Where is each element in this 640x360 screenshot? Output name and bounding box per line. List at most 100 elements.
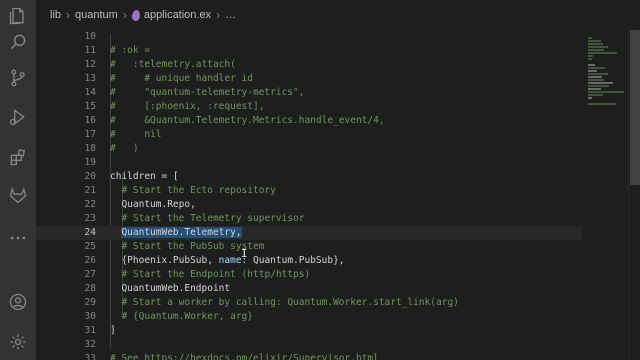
line-code[interactable]: # nil bbox=[110, 128, 161, 142]
line-number: 10 bbox=[84, 31, 96, 42]
line-code[interactable]: {Phoenix.PubSub, name: Quantum.PubSub}, bbox=[110, 254, 344, 268]
code-line[interactable]: 24 QuantumWeb.Telemetry, bbox=[36, 226, 582, 240]
code-token: # See bbox=[110, 353, 145, 360]
code-line[interactable]: 25 # Start the PubSub system bbox=[36, 240, 582, 254]
account-icon[interactable] bbox=[6, 290, 30, 314]
line-code[interactable]: # {Quantum.Worker, arg} bbox=[110, 310, 253, 324]
line-number: 23 bbox=[84, 213, 96, 224]
line-code[interactable]: children = [ bbox=[110, 170, 179, 184]
code-line[interactable]: 12 # :telemetry.attach( bbox=[36, 58, 582, 72]
extensions-icon[interactable] bbox=[6, 145, 30, 169]
line-number: 26 bbox=[84, 255, 96, 266]
line-code[interactable]: # # unique handler id bbox=[110, 72, 253, 86]
code-token: # &Quantum.Telemetry.Metrics.handle_even… bbox=[110, 115, 385, 126]
line-code[interactable]: # :telemetry.attach( bbox=[110, 58, 236, 72]
minimap-line bbox=[588, 37, 593, 39]
code-token: # [:phoenix, :request], bbox=[110, 101, 265, 112]
source-control-icon[interactable] bbox=[6, 66, 30, 90]
code-line[interactable]: 17 # nil bbox=[36, 128, 582, 142]
gitlab-icon[interactable] bbox=[6, 183, 30, 207]
line-number: 32 bbox=[84, 339, 96, 350]
code-line[interactable]: 28 QuantumWeb.Endpoint bbox=[36, 282, 582, 296]
minimap-line bbox=[588, 88, 601, 90]
line-code[interactable]: # Start a worker by calling: Quantum.Wor… bbox=[110, 296, 458, 310]
line-number: 24 bbox=[84, 227, 96, 238]
breadcrumb-item-lib[interactable]: lib bbox=[50, 9, 61, 21]
code-line[interactable]: 32 bbox=[36, 338, 582, 352]
code-line[interactable]: 31] bbox=[36, 324, 582, 338]
more-icon[interactable] bbox=[6, 226, 30, 250]
minimap-line bbox=[588, 73, 609, 75]
line-code[interactable]: # See https://hexdocs.pm/elixir/Supervis… bbox=[110, 352, 379, 360]
line-number: 18 bbox=[84, 143, 96, 154]
code-token: # :telemetry.attach( bbox=[110, 59, 236, 70]
code-line[interactable]: 11 # :ok = bbox=[36, 44, 582, 58]
code-token: # Start the Endpoint (http/https) bbox=[121, 269, 311, 280]
minimap[interactable] bbox=[582, 30, 628, 360]
code-line[interactable]: 26 {Phoenix.PubSub, name: Quantum.PubSub… bbox=[36, 254, 582, 268]
code-line[interactable]: 20 children = [ bbox=[36, 170, 582, 184]
minimap-line bbox=[588, 103, 617, 105]
code-line[interactable]: 15 # [:phoenix, :request], bbox=[36, 100, 582, 114]
run-debug-icon[interactable] bbox=[6, 105, 30, 129]
line-code[interactable]: # &Quantum.Telemetry.Metrics.handle_even… bbox=[110, 114, 385, 128]
breadcrumb-separator: › bbox=[122, 8, 127, 22]
line-number: 28 bbox=[84, 283, 96, 294]
breadcrumb: lib › quantum › application.ex › … bbox=[36, 0, 640, 30]
breadcrumb-item-file[interactable]: application.ex bbox=[144, 9, 211, 21]
code-token: QuantumWeb.Endpoint bbox=[110, 283, 231, 294]
line-code[interactable]: # Start the Endpoint (http/https) bbox=[110, 268, 310, 282]
line-number: 25 bbox=[84, 241, 96, 252]
code-line[interactable]: 33 # See https://hexdocs.pm/elixir/Superv… bbox=[36, 352, 582, 360]
line-number: 33 bbox=[84, 353, 96, 360]
selected-text: QuantumWeb.Telemetry, bbox=[121, 227, 242, 238]
line-code[interactable]: QuantumWeb.Endpoint bbox=[110, 282, 230, 296]
minimap-line bbox=[588, 64, 596, 66]
code-line[interactable]: 22 Quantum.Repo, bbox=[36, 198, 582, 212]
code-token: {Phoenix.PubSub, bbox=[110, 255, 219, 266]
line-code[interactable]: Quantum.Repo, bbox=[110, 198, 196, 212]
code-line[interactable]: 27 # Start the Endpoint (http/https) bbox=[36, 268, 582, 282]
code-token: # Start the Ecto repository bbox=[121, 185, 276, 196]
doc-link[interactable]: https://hexdocs.pm/elixir/Supervisor.htm… bbox=[144, 353, 379, 360]
code-line[interactable]: 29 # Start a worker by calling: Quantum.… bbox=[36, 296, 582, 310]
code-token: # "quantum-telemetry-metrics", bbox=[110, 87, 305, 98]
code-editor[interactable]: 10 11 # :ok = 12 # :telemetry.attach(13 # # u… bbox=[36, 30, 582, 360]
line-code[interactable]: # [:phoenix, :request], bbox=[110, 100, 264, 114]
code-line[interactable]: 13 # # unique handler id bbox=[36, 72, 582, 86]
line-number: 16 bbox=[84, 115, 96, 126]
code-line[interactable]: 18 # ) bbox=[36, 142, 582, 156]
settings-icon[interactable] bbox=[6, 330, 30, 354]
line-number: 13 bbox=[84, 73, 96, 84]
breadcrumb-item-quantum[interactable]: quantum bbox=[75, 9, 118, 21]
line-code[interactable]: # ) bbox=[110, 142, 139, 156]
minimap-line bbox=[588, 94, 603, 96]
line-code[interactable]: # Start the Telemetry supervisor bbox=[110, 212, 304, 226]
code-line[interactable]: 16 # &Quantum.Telemetry.Metrics.handle_ev… bbox=[36, 114, 582, 128]
explorer-icon[interactable] bbox=[6, 4, 30, 28]
line-number: 17 bbox=[84, 129, 96, 140]
breadcrumb-item-more[interactable]: … bbox=[225, 9, 236, 21]
code-line[interactable]: 23 # Start the Telemetry supervisor bbox=[36, 212, 582, 226]
line-code[interactable]: QuantumWeb.Telemetry, bbox=[110, 226, 242, 240]
code-line[interactable]: 14 # "quantum-telemetry-metrics", bbox=[36, 86, 582, 100]
code-line[interactable]: 10 bbox=[36, 30, 582, 44]
minimap-line bbox=[588, 70, 597, 72]
code-line[interactable]: 30 # {Quantum.Worker, arg} bbox=[36, 310, 582, 324]
vertical-scrollbar[interactable] bbox=[628, 30, 640, 360]
scrollbar-thumb[interactable] bbox=[630, 30, 640, 185]
code-line[interactable]: 19 bbox=[36, 156, 582, 170]
line-number: 14 bbox=[84, 87, 96, 98]
line-code[interactable]: # :ok = bbox=[110, 44, 150, 58]
code-line[interactable]: 21 # Start the Ecto repository bbox=[36, 184, 582, 198]
line-code[interactable]: ] bbox=[110, 324, 116, 338]
code-token: Quantum.Repo, bbox=[110, 199, 196, 210]
minimap-line bbox=[588, 82, 613, 84]
line-code[interactable]: # Start the Ecto repository bbox=[110, 184, 276, 198]
search-icon[interactable] bbox=[6, 30, 30, 54]
line-code[interactable]: # "quantum-telemetry-metrics", bbox=[110, 86, 304, 100]
